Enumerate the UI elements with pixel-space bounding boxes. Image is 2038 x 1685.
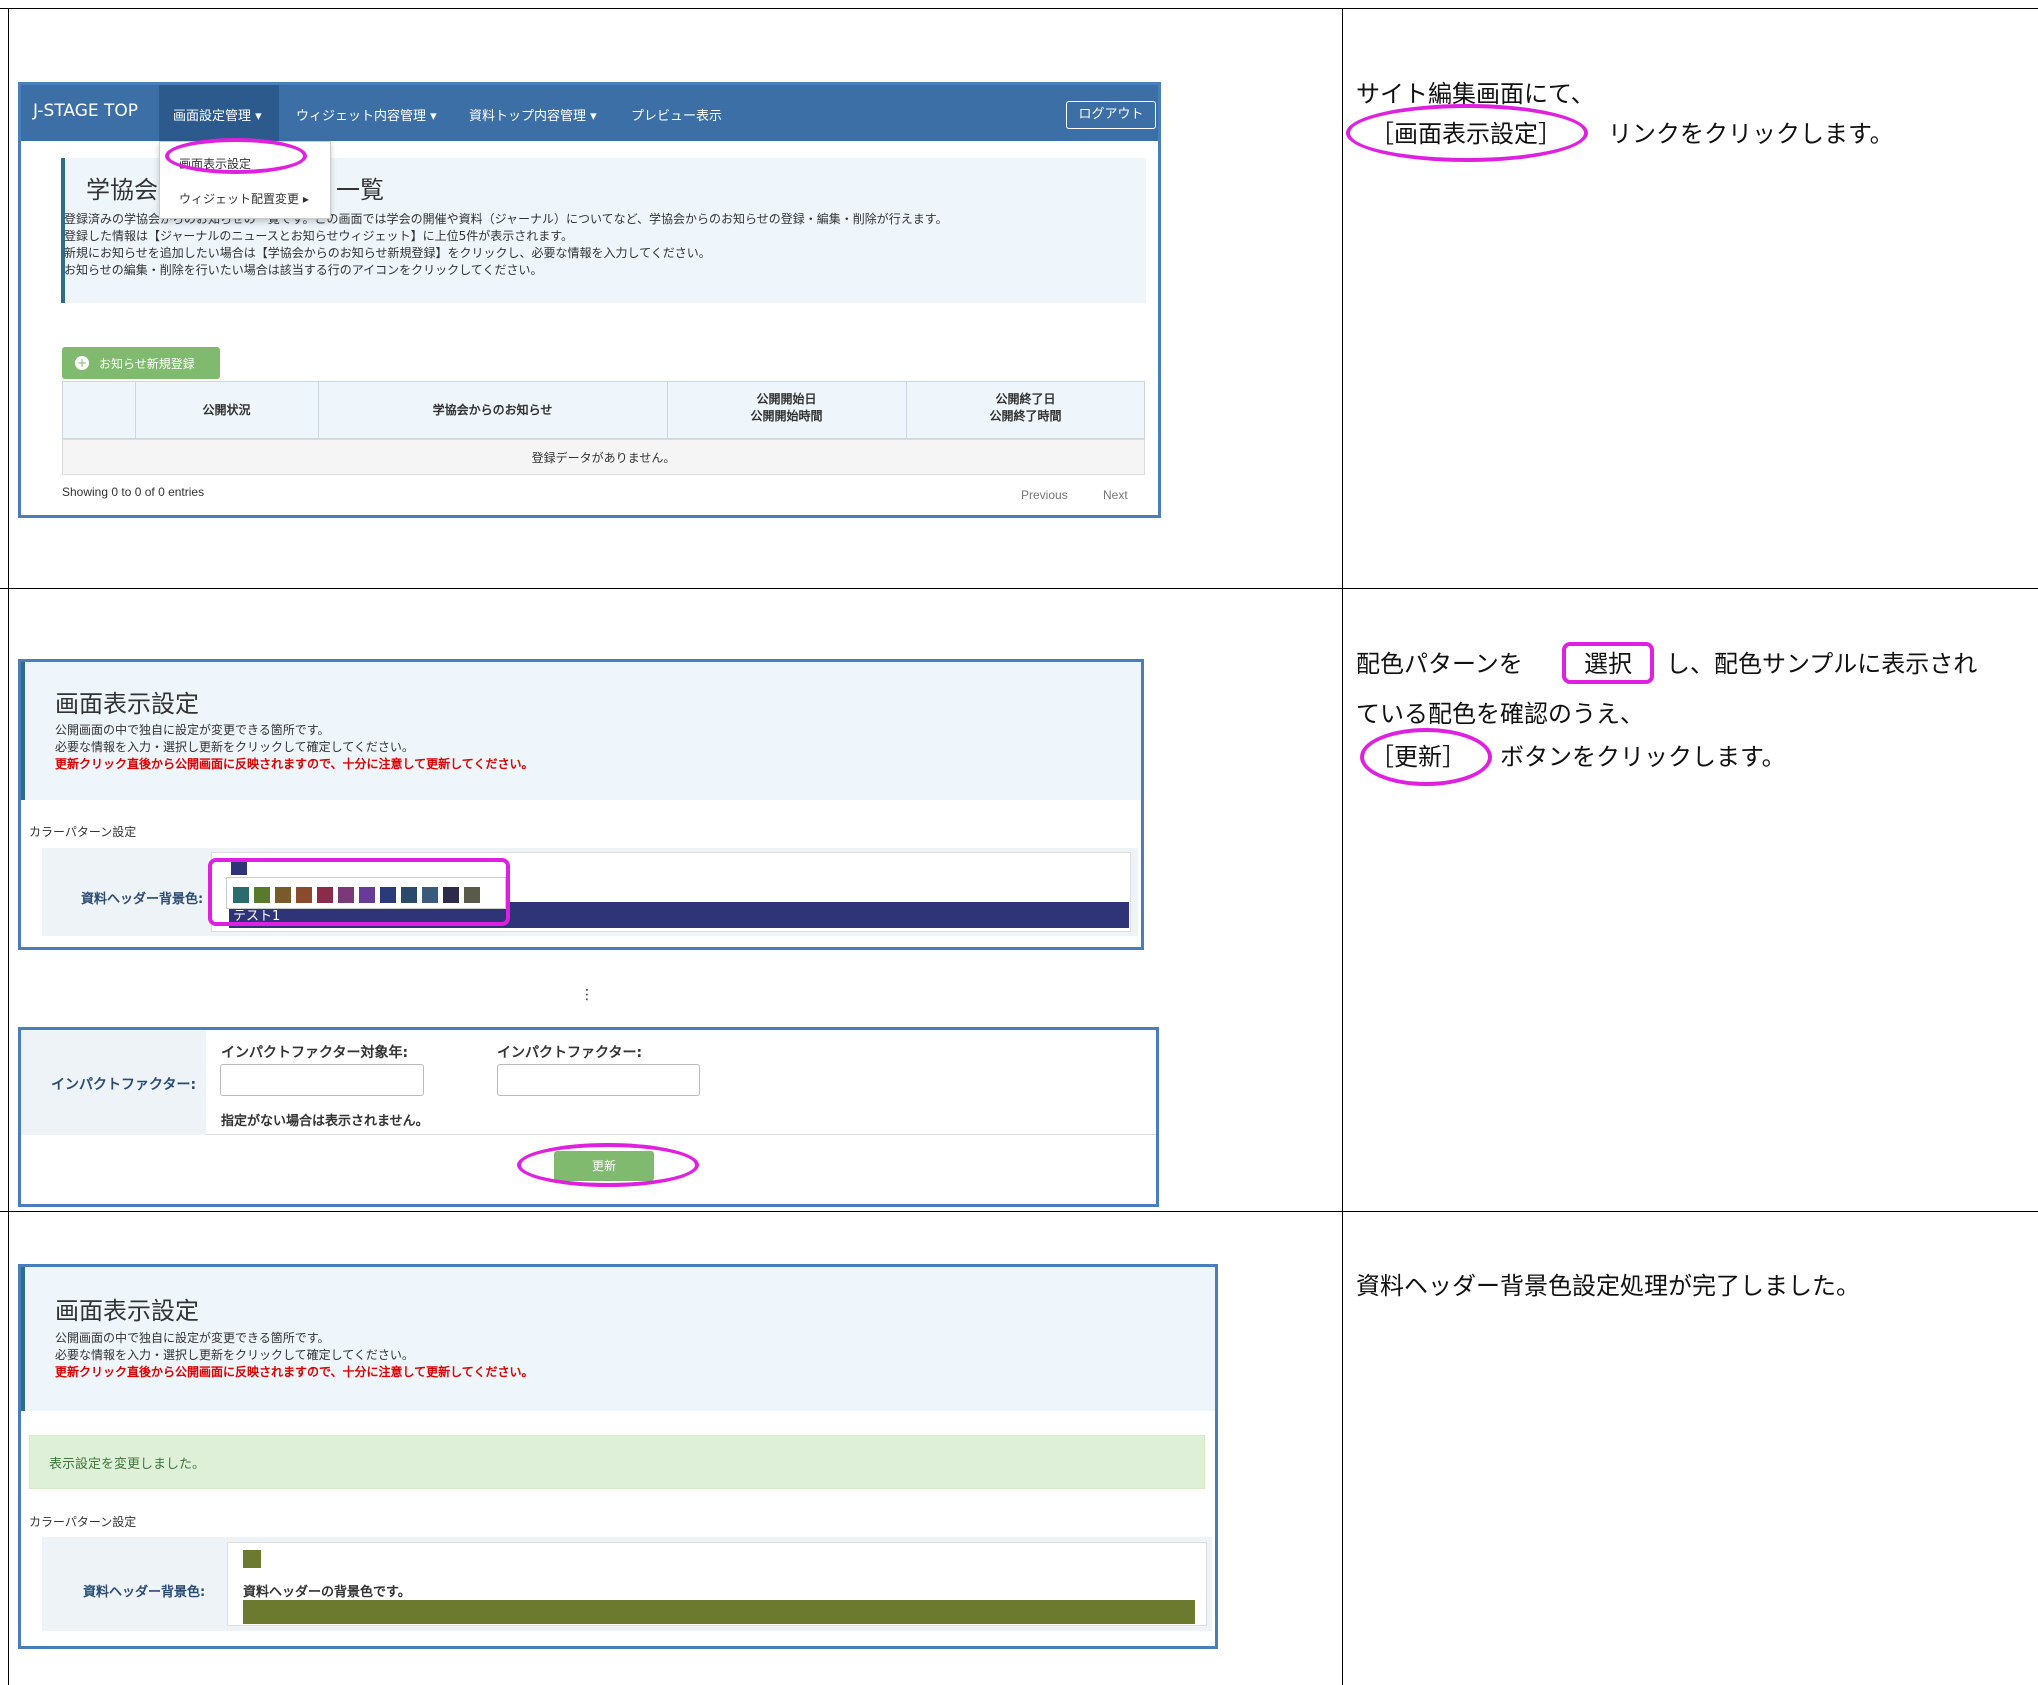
- pagination-previous[interactable]: Previous: [1021, 488, 1068, 502]
- dropdown-item-widget-layout[interactable]: ウィジェット配置変更 ▸: [179, 190, 309, 207]
- section-color-pattern: カラーパターン設定: [29, 825, 137, 839]
- plus-circle-icon: +: [75, 356, 89, 370]
- nav-brand[interactable]: J-STAGE TOP: [33, 101, 138, 121]
- add-notice-label: お知らせ新規登録: [99, 357, 195, 371]
- nav-item-screen-settings[interactable]: 画面設定管理 ▾: [173, 105, 262, 124]
- settings-desc-1: 公開画面の中で独自に設定が変更できる箇所です。: [55, 723, 330, 737]
- pagination-next[interactable]: Next: [1103, 488, 1128, 502]
- impact-value-label: インパクトファクター:: [497, 1045, 643, 1061]
- col-header-status[interactable]: 公開状況: [135, 401, 318, 418]
- table-border-row2: [0, 1211, 2038, 1212]
- instruction-row3: 資料ヘッダー背景色設定処理が完了しました。: [1356, 1272, 1860, 1300]
- empty-message: 登録データがありません。: [531, 451, 676, 465]
- page-title-left: 学協会: [86, 176, 158, 204]
- impact-year-label: インパクトファクター対象年:: [221, 1045, 409, 1061]
- ellipsis-separator: ⋮: [580, 987, 594, 1003]
- settings-title: 画面表示設定: [55, 690, 199, 718]
- col-header-start-date[interactable]: 公開開始日: [667, 390, 906, 407]
- instruction-row1-rest: リンクをクリックします。: [1608, 120, 1894, 148]
- table-border-left: [8, 8, 9, 1685]
- instruction-row2-d: ボタンをクリックします。: [1500, 743, 1786, 771]
- table-border-row1: [0, 588, 2038, 589]
- highlight-update-button: [517, 1143, 699, 1187]
- col-header-end-date[interactable]: 公開終了日: [906, 390, 1145, 407]
- screenshot-completion: 画面表示設定 公開画面の中で独自に設定が変更できる箇所です。 必要な情報を入力・…: [18, 1264, 1218, 1649]
- highlight-color-palette: [208, 858, 510, 926]
- instruction-row2-a: 配色パターンを: [1356, 650, 1523, 678]
- completion-preview-bar: [243, 1600, 1195, 1624]
- page-title-right: 一覧: [336, 176, 384, 204]
- highlight-instruction-link: [1346, 104, 1588, 162]
- impact-year-input[interactable]: [220, 1064, 424, 1096]
- table-border-top: [0, 8, 2038, 9]
- impact-value-input[interactable]: [497, 1064, 700, 1096]
- instruction-row2-b: し、配色サンプルに表示され: [1666, 650, 1978, 678]
- color-field-label: 資料ヘッダー背景色:: [81, 892, 204, 907]
- completion-color-swatch[interactable]: [243, 1550, 261, 1568]
- nav-item-preview[interactable]: プレビュー表示: [631, 105, 722, 124]
- logout-button[interactable]: ログアウト: [1066, 101, 1156, 129]
- page-desc-3: 新規にお知らせを追加したい場合は【学協会からのお知らせ新規登録】をクリックし、必…: [64, 246, 711, 260]
- highlight-screen-display-settings: [165, 138, 307, 174]
- col-header-end-time: 公開終了時間: [989, 409, 1062, 423]
- settings-warning: 更新クリック直後から公開画面に反映されますので、十分に注意して更新してください。: [55, 757, 534, 771]
- completion-title: 画面表示設定: [55, 1297, 199, 1325]
- success-alert: [29, 1435, 1205, 1489]
- col-header-start-time: 公開開始時間: [750, 409, 823, 423]
- highlight-select-word: [1562, 642, 1654, 684]
- completion-desc-1: 公開画面の中で独自に設定が変更できる箇所です。: [55, 1331, 330, 1345]
- screenshot-color-pattern: 画面表示設定 公開画面の中で独自に設定が変更できる箇所です。 必要な情報を入力・…: [18, 659, 1144, 950]
- impact-note: 指定がない場合は表示されません。: [221, 1114, 429, 1129]
- highlight-instruction-update: [1360, 728, 1492, 786]
- completion-warning: 更新クリック直後から公開画面に反映されますので、十分に注意して更新してください。: [55, 1365, 534, 1379]
- nav-item-widget-content[interactable]: ウィジェット内容管理 ▾: [296, 105, 437, 124]
- settings-desc-2: 必要な情報を入力・選択し更新をクリックして確定してください。: [55, 740, 414, 754]
- completion-desc-2: 必要な情報を入力・選択し更新をクリックして確定してください。: [55, 1348, 414, 1362]
- completion-section: カラーパターン設定: [29, 1515, 137, 1529]
- page-desc-2: 登録した情報は【ジャーナルのニュースとお知らせウィジェット】に上位5件が表示され…: [64, 229, 573, 243]
- completion-field-label: 資料ヘッダー背景色:: [83, 1585, 206, 1600]
- col-header-notice[interactable]: 学協会からのお知らせ: [318, 401, 667, 418]
- completion-field-text: 資料ヘッダーの背景色です。: [243, 1585, 411, 1600]
- page-desc-4: お知らせの編集・削除を行いたい場合は該当する行のアイコンをクリックしてください。: [64, 263, 543, 277]
- entries-info: Showing 0 to 0 of 0 entries: [62, 485, 205, 499]
- success-message: 表示設定を変更しました。: [49, 1457, 206, 1472]
- impact-factor-label: インパクトファクター:: [51, 1077, 197, 1093]
- table-border-middle: [1342, 8, 1343, 1685]
- nav-item-material-top[interactable]: 資料トップ内容管理 ▾: [469, 105, 597, 124]
